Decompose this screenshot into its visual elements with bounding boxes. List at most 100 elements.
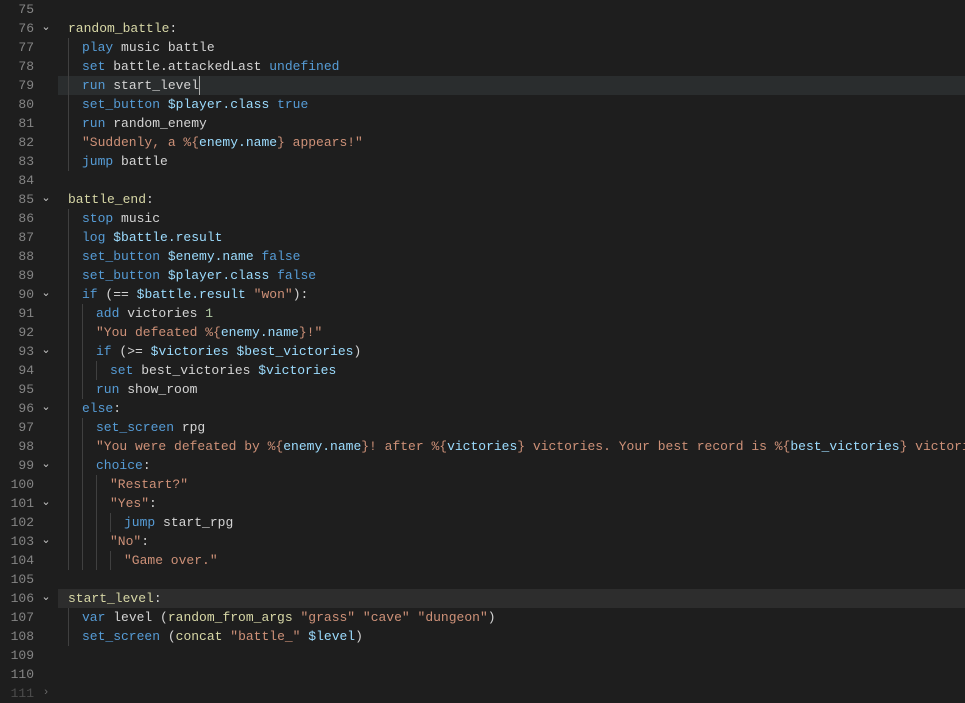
gutter-row: 95 [0, 380, 58, 399]
gutter-row: 88 [0, 247, 58, 266]
code-line[interactable]: battle_end: [58, 190, 965, 209]
code-line[interactable]: var level (random_from_args "grass" "cav… [58, 608, 965, 627]
gutter-row: 91 [0, 304, 58, 323]
code-line[interactable]: random_battle: [58, 19, 965, 38]
token: $player.class [168, 268, 269, 283]
code-line[interactable]: else: [58, 399, 965, 418]
line-number: 80 [4, 95, 34, 114]
gutter-row: 107 [0, 608, 58, 627]
code-line[interactable]: add victories 1 [58, 304, 965, 323]
fold-icon[interactable]: ⌄ [38, 285, 54, 304]
code-line[interactable]: choice: [58, 456, 965, 475]
fold-icon[interactable]: › [38, 684, 54, 703]
code-line[interactable]: "You defeated %{enemy.name}!" [58, 323, 965, 342]
code-line[interactable]: "Game over." [58, 551, 965, 570]
token: level [113, 610, 160, 625]
code-line[interactable]: start_level: [58, 589, 965, 608]
line-number: 100 [4, 475, 34, 494]
code-line[interactable] [58, 0, 965, 19]
code-line[interactable]: "Suddenly, a %{enemy.name} appears!" [58, 133, 965, 152]
fold-icon[interactable]: ⌄ [38, 494, 54, 513]
line-number: 77 [4, 38, 34, 57]
code-line[interactable]: "Yes": [58, 494, 965, 513]
gutter-row: 81 [0, 114, 58, 133]
code-line[interactable]: "You were defeated by %{enemy.name}! aft… [58, 437, 965, 456]
code-line[interactable] [58, 570, 965, 589]
fold-icon[interactable]: ⌄ [38, 342, 54, 361]
indent-guide [82, 361, 83, 380]
line-number: 111 [4, 684, 34, 703]
code-area[interactable]: random_battle:play music battleset battl… [58, 0, 965, 683]
token: victories [447, 439, 517, 454]
code-line[interactable]: run start_level [58, 76, 965, 95]
token [269, 268, 277, 283]
token [160, 268, 168, 283]
line-number: 81 [4, 114, 34, 133]
line-number: 110 [4, 665, 34, 684]
code-line[interactable] [58, 665, 965, 683]
gutter-row: 77 [0, 38, 58, 57]
code-line[interactable]: set_button $enemy.name false [58, 247, 965, 266]
gutter-row: 79 [0, 76, 58, 95]
fold-icon[interactable]: ⌄ [38, 589, 54, 608]
token: "You defeated %{ [96, 325, 221, 340]
gutter-row: 82 [0, 133, 58, 152]
token: } appears!" [277, 135, 363, 150]
indent-guide [68, 323, 69, 342]
code-line[interactable]: if (== $battle.result "won"): [58, 285, 965, 304]
indent-guide [110, 513, 111, 532]
token [160, 249, 168, 264]
token: : [149, 496, 157, 511]
gutter-row: 111› [0, 684, 58, 703]
code-line[interactable]: run random_enemy [58, 114, 965, 133]
line-number: 76 [4, 19, 34, 38]
indent-guide [68, 133, 69, 152]
fold-icon[interactable]: ⌄ [38, 456, 54, 475]
code-line[interactable]: set_button $player.class true [58, 95, 965, 114]
code-line[interactable]: if (>= $victories $best_victories) [58, 342, 965, 361]
gutter-row: 87 [0, 228, 58, 247]
line-number: 91 [4, 304, 34, 323]
code-line[interactable] [58, 171, 965, 190]
line-number: 98 [4, 437, 34, 456]
token: stop [82, 211, 113, 226]
code-line[interactable]: jump battle [58, 152, 965, 171]
gutter-row: 90⌄ [0, 285, 58, 304]
token: $best_victories [236, 344, 353, 359]
code-editor[interactable]: 7576⌄777879808182838485⌄8687888990⌄91929… [0, 0, 965, 683]
code-line[interactable]: set_screen (concat "battle_" $level) [58, 627, 965, 646]
code-line[interactable] [58, 646, 965, 665]
token: set_screen [82, 629, 160, 644]
code-line[interactable]: run show_room [58, 380, 965, 399]
token: run [82, 116, 105, 131]
code-line[interactable]: set battle.attackedLast undefined [58, 57, 965, 76]
code-line[interactable]: stop music [58, 209, 965, 228]
indent-guide [82, 304, 83, 323]
fold-icon[interactable]: ⌄ [38, 19, 54, 38]
fold-icon[interactable]: ⌄ [38, 532, 54, 551]
code-line[interactable]: "No": [58, 532, 965, 551]
code-line[interactable]: log $battle.result [58, 228, 965, 247]
indent-guide [82, 380, 83, 399]
code-line[interactable]: set best_victories $victories [58, 361, 965, 380]
line-content: battle_end: [68, 192, 154, 207]
code-line[interactable]: set_button $player.class false [58, 266, 965, 285]
token: "cave" [363, 610, 410, 625]
line-content: set_button $player.class false [68, 268, 316, 283]
token [269, 97, 277, 112]
code-line[interactable]: play music battle [58, 38, 965, 57]
fold-icon[interactable]: ⌄ [38, 190, 54, 209]
line-content: "Game over." [68, 553, 218, 568]
code-line[interactable]: jump start_rpg [58, 513, 965, 532]
code-line[interactable]: "Restart?" [58, 475, 965, 494]
gutter-row: 110 [0, 665, 58, 684]
token: set [82, 59, 105, 74]
fold-icon[interactable]: ⌄ [38, 399, 54, 418]
gutter-row: 105 [0, 570, 58, 589]
token: if [82, 287, 98, 302]
line-number: 97 [4, 418, 34, 437]
indent-guide [68, 228, 69, 247]
indent-guide [68, 76, 69, 95]
code-line[interactable]: set_screen rpg [58, 418, 965, 437]
token [155, 515, 163, 530]
